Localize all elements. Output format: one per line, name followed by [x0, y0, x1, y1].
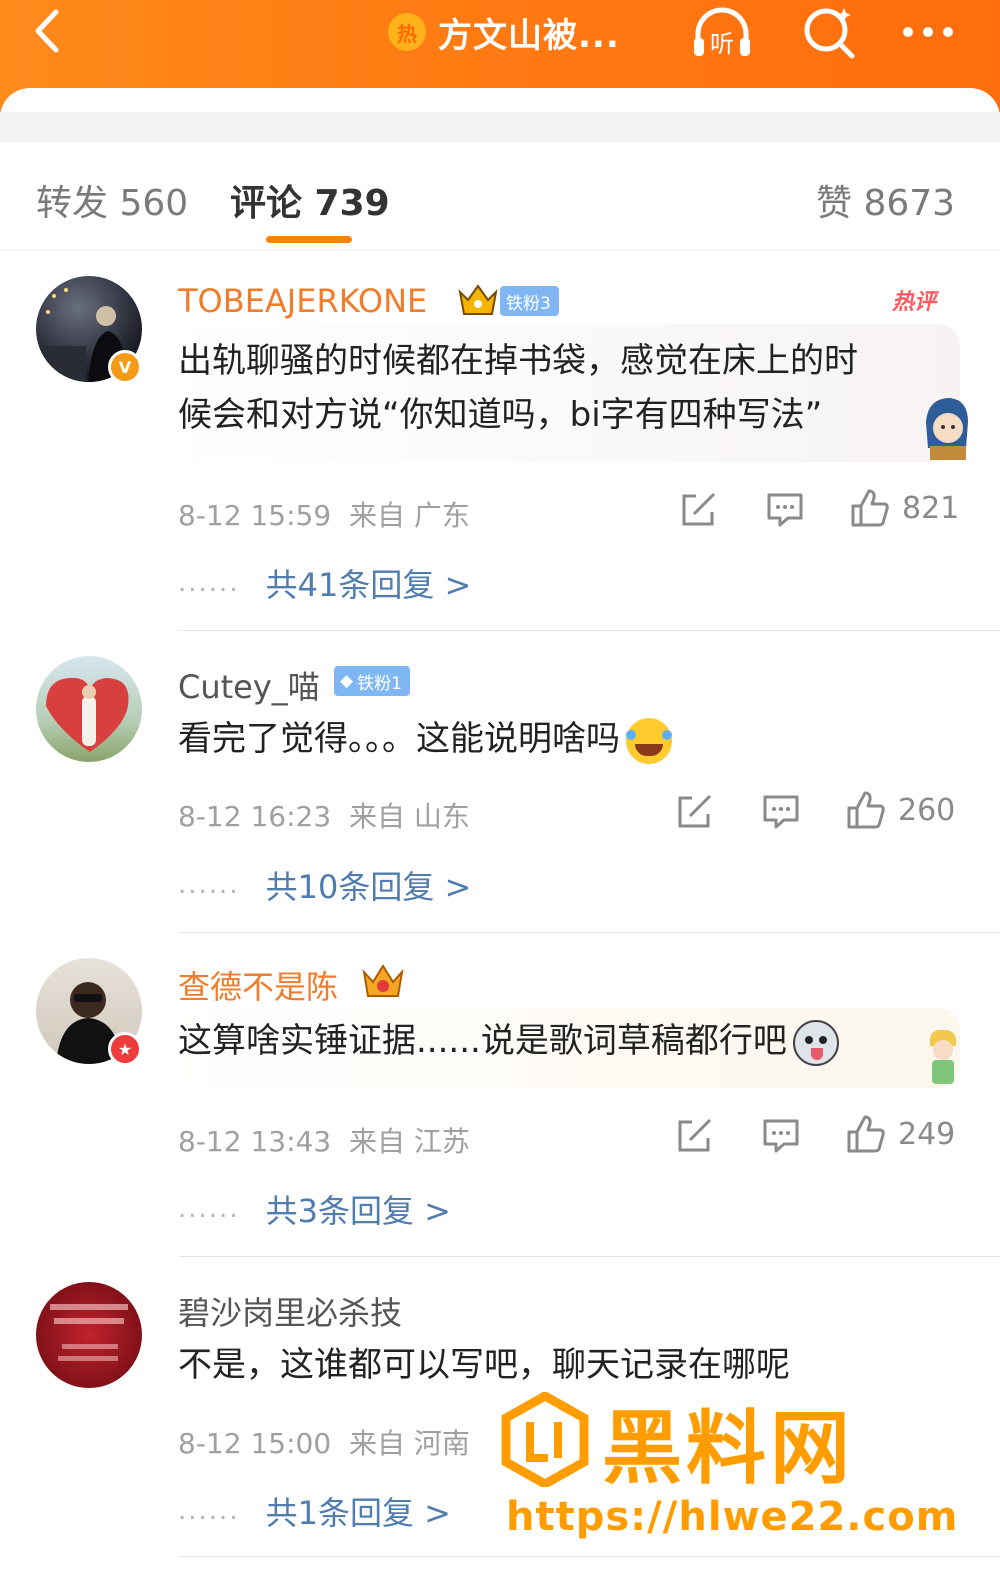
like-button[interactable]: 821 — [850, 488, 959, 528]
share-icon — [682, 492, 716, 526]
girl-sticker-icon — [926, 398, 968, 460]
divider — [178, 1556, 1000, 1557]
view-replies-link[interactable]: ...... 共41条回复 > — [178, 560, 471, 606]
fan-level-badge: 铁粉3 — [500, 286, 559, 316]
avatar[interactable] — [36, 656, 142, 762]
verified-badge-icon: V — [108, 350, 142, 384]
reply-button[interactable] — [762, 1116, 800, 1156]
tab-bar: 转发 560 评论 739 赞 8673 — [0, 142, 1000, 252]
section-gap — [0, 112, 1000, 142]
comment-timestamp: 8-12 15:00 来自 河南 — [178, 1427, 470, 1460]
comment-username[interactable]: 碧沙岗里必杀技 — [178, 1288, 402, 1334]
like-count: 249 — [898, 1116, 956, 1152]
view-replies-link[interactable]: ...... 共10条回复 > — [178, 862, 471, 908]
hot-badge: 热 — [388, 13, 426, 51]
comment-username[interactable]: 查德不是陈 — [178, 962, 338, 1008]
comment-username[interactable]: TOBEAJERKONE — [178, 282, 427, 320]
back-icon[interactable] — [28, 6, 68, 56]
comment-icon — [767, 493, 803, 527]
fan-level-badge: ◆ 铁粉1 — [334, 666, 410, 696]
comment-icon — [763, 1119, 799, 1153]
crown-medal-icon — [362, 964, 404, 997]
active-tab-indicator — [266, 236, 352, 243]
comment-text[interactable]: 出轨聊骚的时候都在掉书袋，感觉在床上的时 候会和对方说“你知道吗，bi字有四种写… — [178, 334, 858, 442]
diamond-icon: ◆ — [340, 671, 354, 691]
listen-label: 听 — [710, 30, 734, 58]
watermark-url: https://hlwe22.com — [506, 1494, 959, 1540]
comment-timestamp: 8-12 13:43 来自 江苏 — [178, 1125, 470, 1158]
watermark-logo-icon — [501, 1392, 589, 1487]
page-title: 方文山被... — [438, 15, 620, 56]
tab-comments[interactable]: 评论 739 — [230, 174, 390, 226]
laughing-crying-emoji-icon — [626, 717, 672, 764]
like-count: 821 — [902, 490, 960, 526]
husky-emoji-icon — [792, 1019, 839, 1066]
watermark: 黑料网 https://hlwe22.com — [500, 1392, 970, 1552]
share-button[interactable] — [680, 490, 718, 530]
headphones-listen-icon[interactable]: 听 — [690, 4, 754, 60]
thumbs-up-icon — [847, 1115, 885, 1153]
reply-button[interactable] — [762, 792, 800, 832]
divider — [0, 250, 1000, 251]
share-button[interactable] — [676, 792, 714, 832]
comment-icon — [763, 795, 799, 829]
red-star-badge-icon: ★ — [108, 1032, 142, 1066]
avatar[interactable] — [36, 1282, 142, 1388]
hot-comment-tag: 热评 — [892, 290, 937, 315]
search-icon[interactable] — [798, 4, 862, 60]
tab-repost[interactable]: 转发 560 — [36, 174, 188, 226]
share-icon — [678, 1118, 712, 1152]
watermark-text: 黑料网 — [602, 1402, 854, 1495]
comment-text[interactable]: 这算啥实锤证据......说是歌词草稿都行吧 — [178, 1014, 839, 1068]
like-button[interactable]: 260 — [846, 790, 955, 830]
tab-likes[interactable]: 赞 8673 — [816, 174, 955, 226]
thumbs-up-icon — [847, 791, 885, 829]
thumbs-up-icon — [851, 489, 889, 527]
like-count: 260 — [898, 792, 956, 828]
comment-timestamp: 8-12 15:59 来自 广东 — [178, 499, 470, 532]
divider — [178, 932, 1000, 933]
page-title-group[interactable]: 热 方文山被... — [388, 8, 620, 56]
divider — [178, 1256, 1000, 1257]
little-prince-sticker-icon — [929, 1029, 957, 1084]
share-icon — [678, 794, 712, 828]
view-replies-link[interactable]: ...... 共3条回复 > — [178, 1186, 451, 1232]
comment-username[interactable]: Cutey_喵 — [178, 662, 320, 708]
more-horizontal-icon[interactable] — [898, 4, 962, 60]
comment-timestamp: 8-12 16:23 来自 山东 — [178, 800, 470, 833]
like-button[interactable]: 249 — [846, 1114, 955, 1154]
divider — [178, 630, 1000, 631]
crown-icon — [458, 284, 498, 315]
view-replies-link[interactable]: ...... 共1条回复 > — [178, 1488, 451, 1534]
comment-text[interactable]: 看完了觉得。。。这能说明啥吗 — [178, 712, 672, 766]
reply-button[interactable] — [766, 490, 804, 530]
share-button[interactable] — [676, 1116, 714, 1156]
